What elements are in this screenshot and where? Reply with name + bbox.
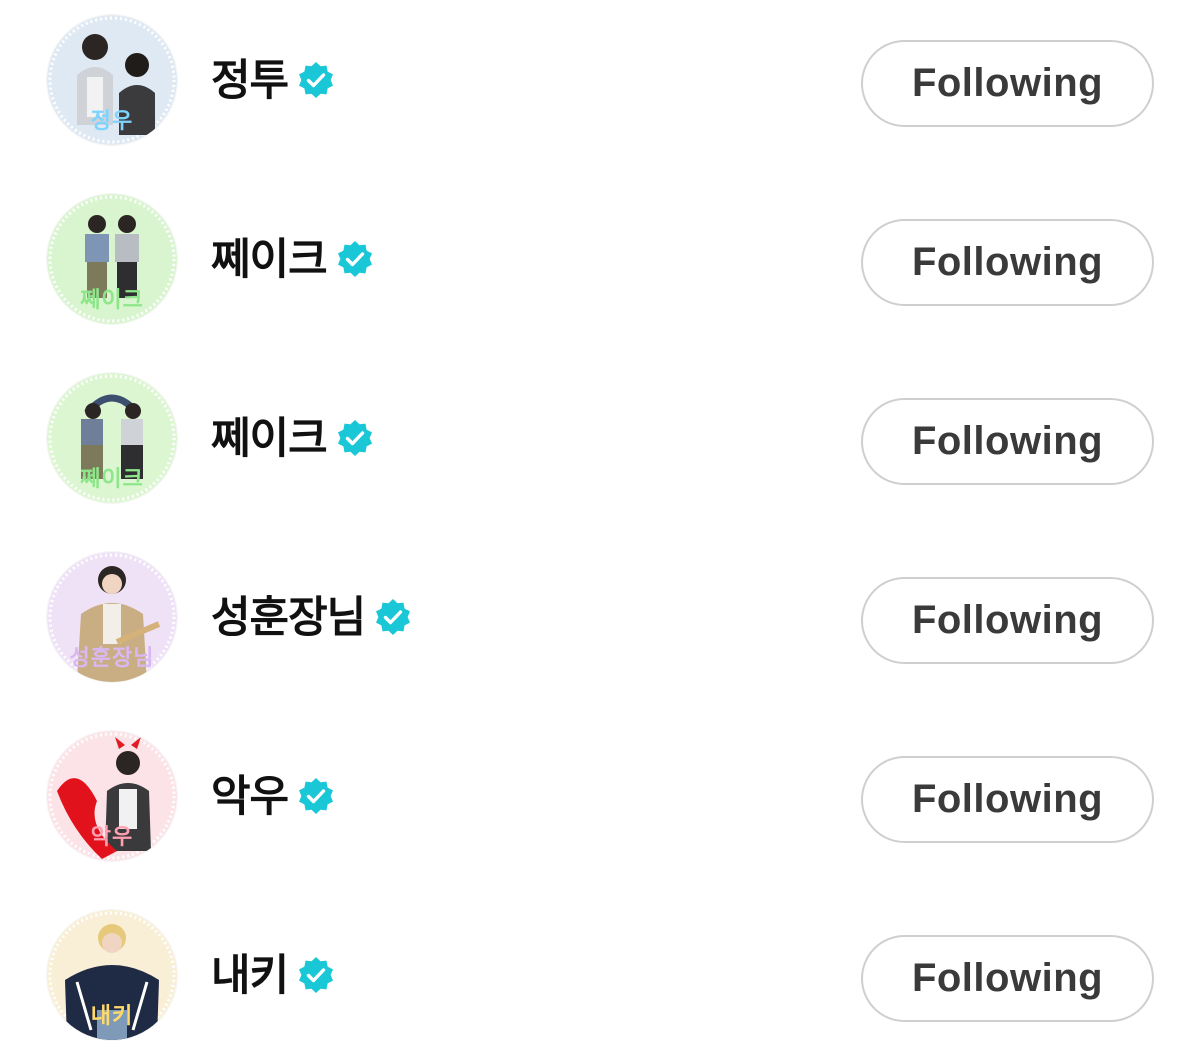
name-group: 내키 (211, 950, 336, 1002)
name-group: 정투 (211, 55, 336, 107)
name-group: 악우 (211, 771, 336, 823)
avatar-caption: 쩨이크 (80, 288, 144, 314)
account-name[interactable]: 내키 (211, 950, 289, 1002)
avatar[interactable]: 정우 (47, 15, 177, 145)
verified-badge-icon (335, 419, 375, 459)
list-item[interactable]: 쩨이크 쩨이크 Following (0, 184, 1200, 334)
list-item[interactable]: 성훈장님 성훈장님 Following (0, 542, 1200, 692)
account-name[interactable]: 쩨이크 (211, 413, 328, 465)
avatar-caption: 쩨이크 (80, 467, 144, 493)
avatar[interactable]: 쩨이크 (47, 373, 177, 503)
verified-badge-icon (335, 240, 375, 280)
following-button[interactable]: Following (861, 756, 1154, 843)
following-button[interactable]: Following (861, 577, 1154, 664)
avatar[interactable]: 쩨이크 (47, 194, 177, 324)
account-name[interactable]: 악우 (211, 771, 289, 823)
account-name[interactable]: 쩨이크 (211, 234, 328, 286)
list-item[interactable]: 쩨이크 쩨이크 Following (0, 363, 1200, 513)
avatar-caption: 성훈장님 (69, 646, 155, 672)
name-group: 쩨이크 (211, 234, 375, 286)
following-button[interactable]: Following (861, 935, 1154, 1022)
name-group: 쩨이크 (211, 413, 375, 465)
list-item[interactable]: 정우 정투 Following (0, 5, 1200, 155)
verified-badge-icon (296, 777, 336, 817)
avatar-caption: 악우 (90, 825, 134, 851)
verified-badge-icon (296, 61, 336, 101)
verified-badge-icon (373, 598, 413, 638)
avatar-caption: 내키 (90, 1004, 134, 1030)
avatar[interactable]: 성훈장님 (47, 552, 177, 682)
following-button[interactable]: Following (861, 40, 1154, 127)
following-button[interactable]: Following (861, 398, 1154, 485)
following-button[interactable]: Following (861, 219, 1154, 306)
avatar-caption: 정우 (90, 109, 134, 135)
avatar[interactable]: 악우 (47, 731, 177, 861)
name-group: 성훈장님 (211, 592, 413, 644)
verified-badge-icon (296, 956, 336, 996)
list-item[interactable]: 악우 악우 Following (0, 721, 1200, 871)
avatar[interactable]: 내키 (47, 910, 177, 1040)
list-item[interactable]: 내키 내키 Following (0, 900, 1200, 1050)
account-name[interactable]: 성훈장님 (211, 592, 366, 644)
account-name[interactable]: 정투 (211, 55, 289, 107)
following-list: 정우 정투 Following 쩨이크 쩨이크 Following 쩨이크 쩨이… (0, 0, 1200, 1064)
